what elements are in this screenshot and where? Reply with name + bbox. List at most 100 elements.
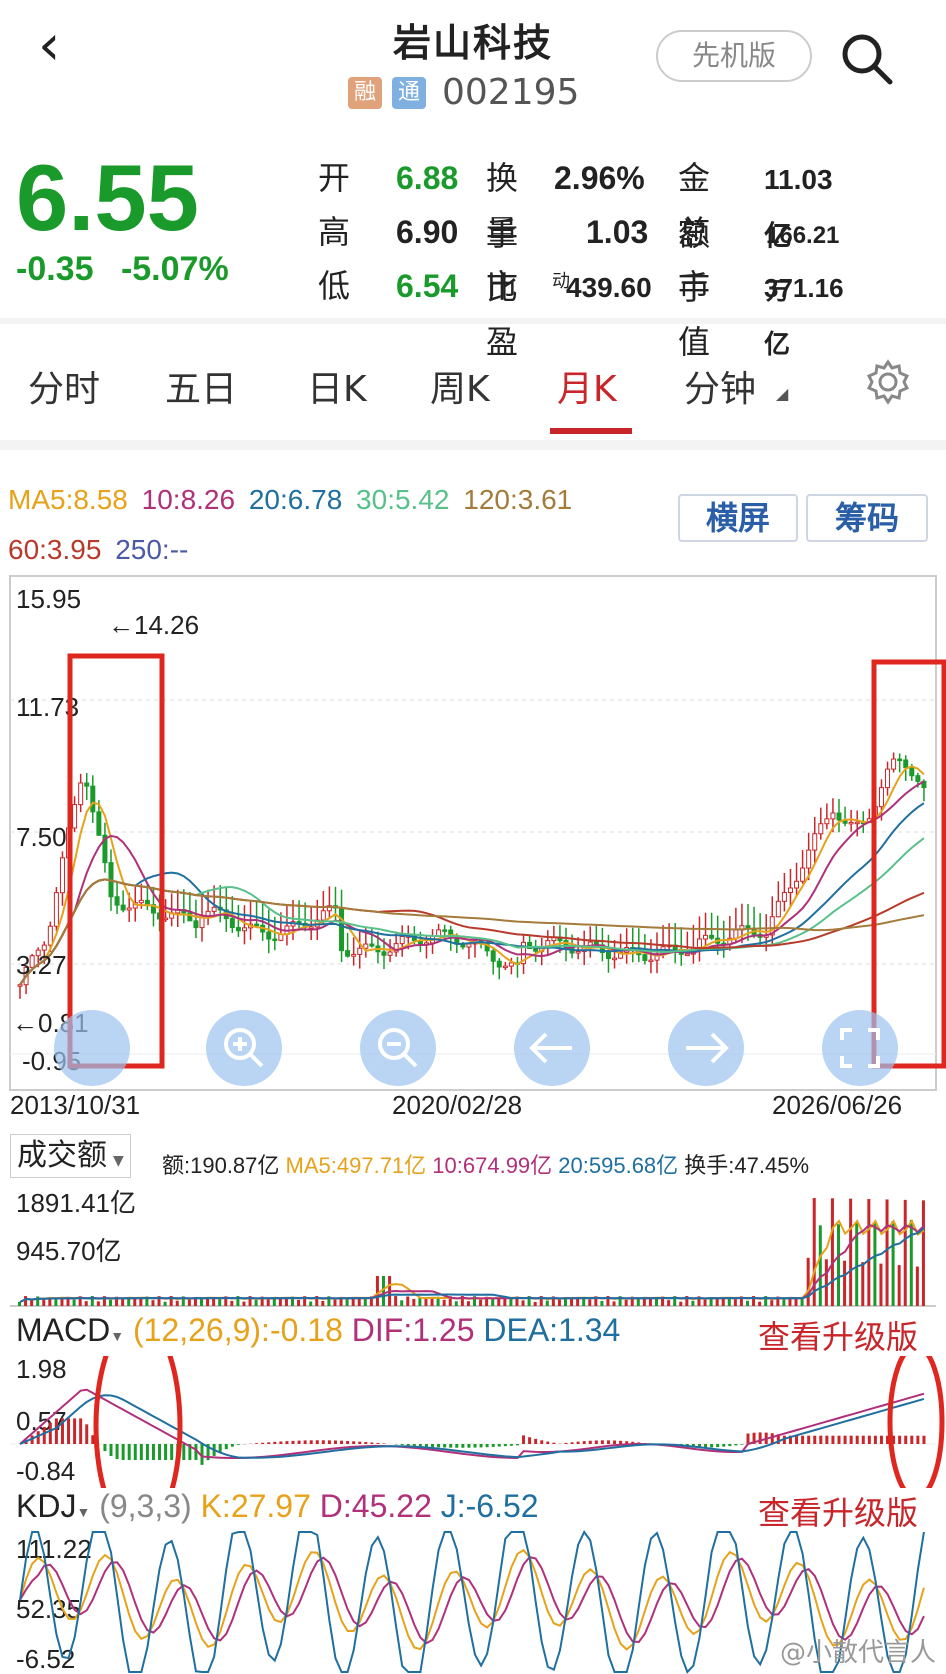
- dif-line: [19, 1388, 925, 1459]
- candle-body: [642, 954, 648, 961]
- volume-bar: [533, 1301, 537, 1306]
- arrow-right-icon[interactable]: [668, 1010, 744, 1086]
- volume-ma20: 20:595.68亿: [558, 1153, 679, 1178]
- volume-bar: [42, 1299, 46, 1306]
- connect-badge: 通: [392, 76, 426, 109]
- volume-bar: [151, 1300, 155, 1306]
- volume-bar: [24, 1296, 28, 1306]
- candle-body: [781, 892, 787, 902]
- candle-body: [775, 900, 781, 918]
- candle-body: [320, 910, 326, 921]
- volume-bar: [891, 1220, 895, 1306]
- candle-body: [351, 953, 357, 957]
- kdj-upgrade-link[interactable]: 查看升级版: [758, 1488, 918, 1534]
- candle-body: [399, 936, 405, 945]
- tab-weekly-k[interactable]: 周K: [430, 360, 490, 412]
- low-value: 6.54: [396, 268, 459, 304]
- zoom-out-icon[interactable]: [360, 1010, 436, 1086]
- candle-body: [696, 938, 702, 948]
- price-change: -0.35 -5.07%: [16, 250, 229, 289]
- macd-upgrade-link[interactable]: 查看升级版: [758, 1312, 918, 1358]
- tab-monthly-k[interactable]: 月K: [557, 360, 617, 412]
- fullscreen-icon[interactable]: [822, 1010, 898, 1086]
- candle-body: [47, 925, 53, 946]
- zoom-in-icon[interactable]: [206, 1010, 282, 1086]
- volume-bar: [782, 1298, 786, 1306]
- volume-bar: [849, 1198, 853, 1306]
- macd-dif: DIF:1.25: [351, 1312, 475, 1348]
- candle-body: [903, 759, 909, 769]
- volume-ma10: 10:674.99亿: [432, 1153, 553, 1178]
- volume-bar: [139, 1298, 143, 1306]
- volume-selector[interactable]: 成交额 ▼: [10, 1134, 131, 1178]
- volume-ma20-line: [19, 1227, 925, 1303]
- tab-daily-k[interactable]: 日K: [307, 360, 367, 412]
- macd-chart[interactable]: 1.98 0.57 -0.84: [0, 1356, 946, 1488]
- volume-bar: [333, 1299, 337, 1306]
- tab-five-day[interactable]: 五日: [165, 360, 237, 412]
- candle-body: [235, 927, 241, 932]
- volume-bar: [758, 1301, 762, 1306]
- high-label: 高: [318, 213, 351, 251]
- volume-bar: [655, 1298, 658, 1306]
- tab-minute[interactable]: 分钟: [684, 360, 756, 412]
- candle-body: [885, 768, 891, 789]
- kdj-d: D:45.22: [319, 1488, 432, 1524]
- kdj-j: J:-6.52: [440, 1488, 539, 1524]
- volume-chart[interactable]: 1891.41亿 945.70亿: [0, 1180, 946, 1312]
- candle-body: [211, 906, 217, 912]
- candle-body: [605, 952, 611, 960]
- candle-body: [575, 950, 581, 954]
- search-icon[interactable]: [838, 30, 896, 88]
- ma10-line: [19, 780, 925, 986]
- settings-gear-icon[interactable]: [864, 358, 912, 406]
- candle-body: [466, 943, 472, 948]
- volume-ma5-line: [19, 1219, 925, 1303]
- candle-body: [787, 887, 793, 894]
- kdj-y3: -6.52: [16, 1644, 75, 1674]
- candle-body: [612, 957, 618, 961]
- volume-bar: [861, 1262, 865, 1306]
- pe-value: 439.60: [566, 272, 652, 303]
- chips-button[interactable]: 筹码: [806, 494, 928, 542]
- candle-body: [812, 833, 818, 851]
- pioneer-mode-button[interactable]: 先机版: [656, 30, 812, 82]
- volume-bar: [109, 1299, 112, 1306]
- volume-y-max: 1891.41亿: [16, 1188, 136, 1218]
- volume-bar: [557, 1299, 561, 1306]
- monthly-k-chart[interactable]: 15.95 11.73 7.50 3.27 -0.95 ←14.26 ←0.81…: [0, 570, 946, 1130]
- candle-body: [17, 984, 23, 987]
- volume-bar: [806, 1257, 810, 1306]
- landscape-button[interactable]: 横屏: [678, 494, 798, 542]
- volume-bar: [163, 1301, 167, 1306]
- candle-body: [144, 899, 150, 906]
- volume-bar: [921, 1200, 925, 1306]
- arrow-left-icon[interactable]: [514, 1010, 590, 1086]
- volume-bar: [466, 1301, 470, 1306]
- volume-bar: [60, 1298, 64, 1306]
- control-left-icon[interactable]: [54, 1010, 130, 1086]
- watermark: @小散代言人: [780, 1638, 937, 1668]
- macd-selector[interactable]: MACD: [16, 1312, 110, 1348]
- volume-bar: [230, 1300, 234, 1306]
- macd-header: MACD▼ (12,26,9):-0.18 DIF:1.25 DEA:1.34: [16, 1312, 620, 1349]
- candle-body: [72, 804, 78, 829]
- tab-intraday[interactable]: 分时: [28, 360, 100, 412]
- candle-body: [138, 899, 144, 904]
- volume-bar: [442, 1299, 446, 1306]
- candle-body: [120, 904, 126, 911]
- candle-body: [126, 907, 132, 911]
- macd-dea: DEA:1.34: [483, 1312, 621, 1348]
- volume-amount: 额:190.87亿: [162, 1153, 280, 1178]
- candle-body: [78, 782, 84, 806]
- ma120-value: 120:3.61: [463, 484, 573, 515]
- kdj-selector[interactable]: KDJ: [16, 1488, 76, 1524]
- y-label-4: 3.27: [16, 950, 67, 980]
- volume-bar: [903, 1199, 907, 1306]
- ma-legend-row1: MA5:8.58 10:8.26 20:6.78 30:5.42 120:3.6…: [8, 484, 572, 516]
- volume-bar: [703, 1299, 707, 1306]
- volume-selector-label: 成交额: [17, 1138, 107, 1173]
- candle-body: [496, 960, 502, 968]
- candle-body: [114, 896, 120, 906]
- date-end: 2026/06/26: [772, 1090, 902, 1120]
